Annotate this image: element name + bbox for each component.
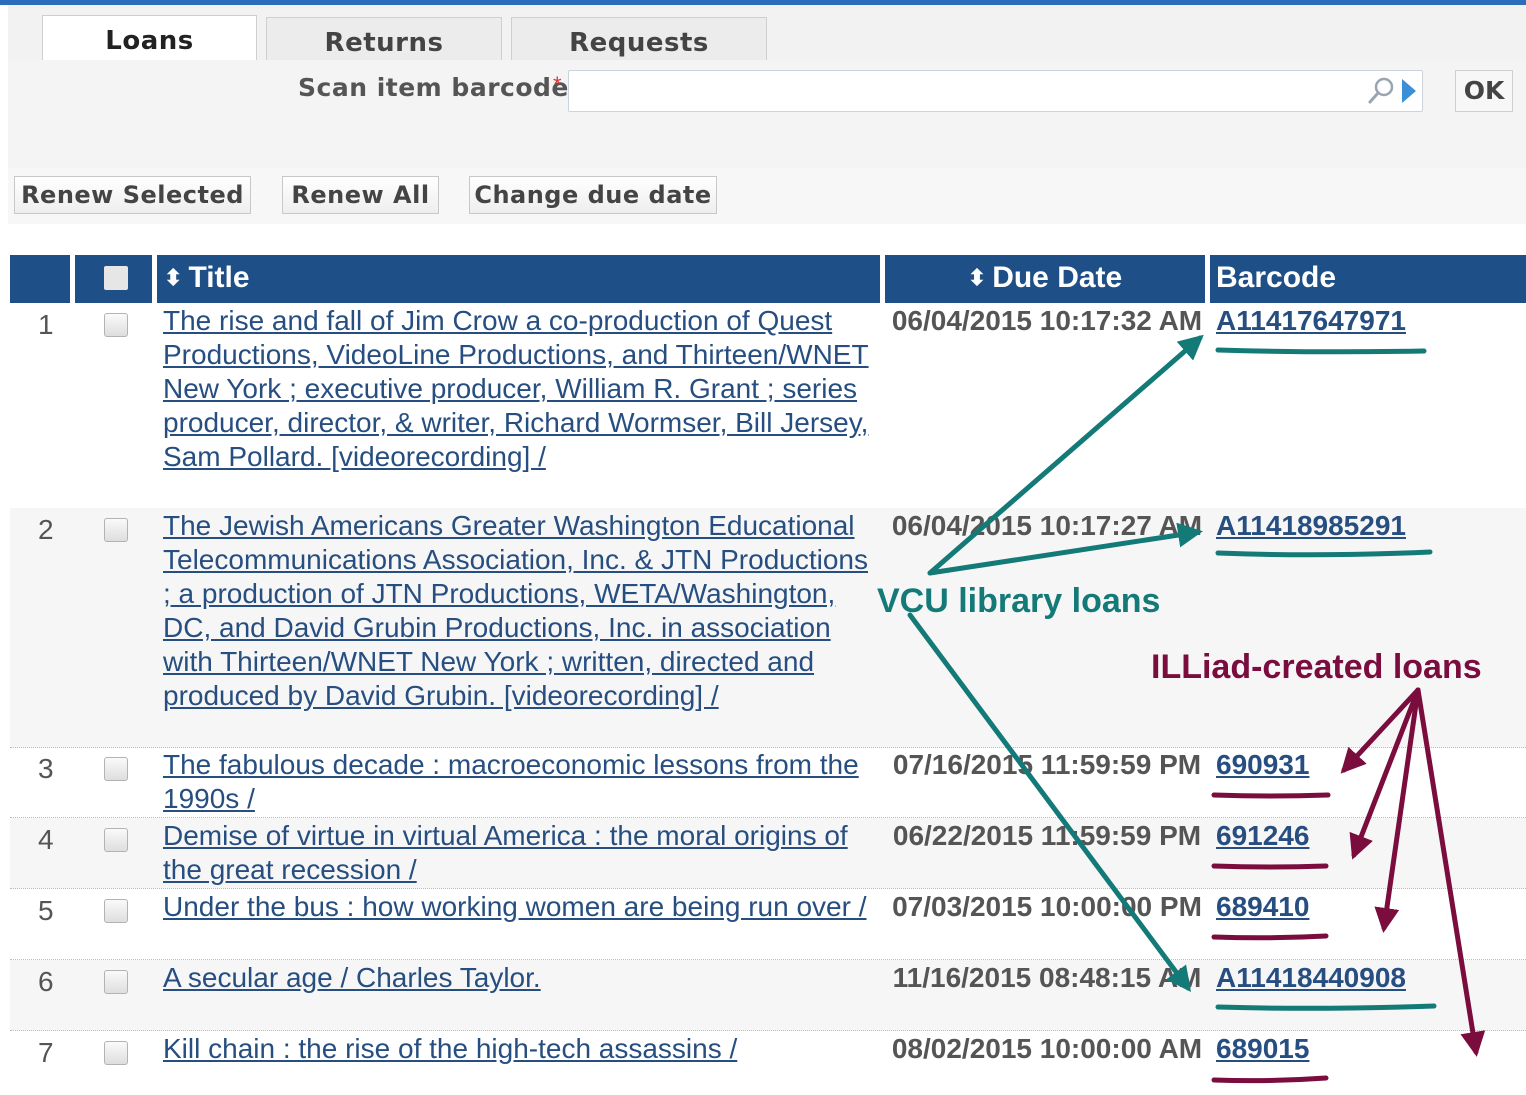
due-date: 06/04/2015 10:17:32 AM — [891, 305, 1203, 336]
header-due-date[interactable]: ⬍ Due Date — [885, 255, 1205, 303]
row-number: 2 — [38, 514, 54, 545]
sort-icon: ⬍ — [164, 265, 183, 290]
scan-search-icons — [1364, 75, 1420, 107]
due-date: 06/22/2015 11:59:59 PM — [892, 820, 1202, 851]
table-header: ⬍ Title ⬍ Due Date Barcode — [10, 255, 1526, 303]
table-row: 1 The rise and fall of Jim Crow a co-pro… — [10, 303, 1526, 509]
renew-selected-button[interactable]: Renew Selected — [14, 176, 251, 214]
barcode-link[interactable]: 690931 — [1216, 748, 1309, 782]
scan-barcode-input[interactable] — [568, 70, 1423, 112]
table-row: 4 Demise of virtue in virtual America : … — [10, 818, 1526, 889]
due-date: 07/03/2015 10:00:00 PM — [892, 891, 1202, 922]
title-link[interactable]: The rise and fall of Jim Crow a co-produ… — [163, 304, 873, 474]
barcode-link[interactable]: 691246 — [1216, 819, 1309, 853]
row-checkbox[interactable] — [104, 970, 128, 994]
due-date: 08/02/2015 10:00:00 AM — [891, 1033, 1203, 1064]
header-row-number — [10, 255, 70, 303]
scan-barcode-label: Scan item barcode — [298, 73, 569, 102]
due-date: 11/16/2015 08:48:15 AM — [892, 962, 1202, 993]
row-checkbox[interactable] — [104, 313, 128, 337]
row-checkbox[interactable] — [104, 757, 128, 781]
barcode-link[interactable]: A11417647971 — [1216, 304, 1406, 338]
barcode-link[interactable]: A11418440908 — [1216, 961, 1406, 995]
action-toolbar: Renew Selected Renew All Change due date — [8, 168, 1526, 224]
row-number: 4 — [38, 824, 54, 855]
table-row: 6 A secular age / Charles Taylor. 11/16/… — [10, 960, 1526, 1031]
barcode-link[interactable]: 689410 — [1216, 890, 1309, 924]
due-date: 07/16/2015 11:59:59 PM — [892, 749, 1202, 780]
select-all-checkbox[interactable] — [104, 266, 128, 290]
loans-table: ⬍ Title ⬍ Due Date Barcode 1 The rise and … — [10, 255, 1526, 1068]
barcode-link[interactable]: A11418985291 — [1216, 509, 1406, 543]
change-due-date-button[interactable]: Change due date — [469, 176, 717, 214]
row-number: 1 — [38, 309, 54, 340]
row-number: 6 — [38, 966, 54, 997]
row-number: 7 — [38, 1037, 54, 1068]
header-barcode: Barcode — [1210, 255, 1526, 303]
title-link[interactable]: The Jewish Americans Greater Washington … — [163, 509, 873, 713]
title-link[interactable]: Kill chain : the rise of the high-tech a… — [163, 1032, 873, 1066]
ok-button[interactable]: OK — [1455, 70, 1513, 112]
tab-returns[interactable]: Returns — [266, 17, 502, 64]
header-title[interactable]: ⬍ Title — [157, 255, 880, 303]
required-marker: * — [553, 72, 562, 97]
row-checkbox[interactable] — [104, 518, 128, 542]
table-row: 2 The Jewish Americans Greater Washingto… — [10, 508, 1526, 748]
go-arrow-icon[interactable] — [1402, 79, 1416, 103]
tab-requests[interactable]: Requests — [511, 17, 767, 64]
table-row: 7 Kill chain : the rise of the high-tech… — [10, 1031, 1526, 1095]
row-number: 3 — [38, 753, 54, 784]
scan-bar: Scan item barcode * OK — [8, 60, 1526, 169]
header-due-date-label: Due Date — [992, 261, 1123, 294]
header-title-label: Title — [188, 261, 250, 294]
title-link[interactable]: The fabulous decade : macroeconomic less… — [163, 748, 873, 816]
search-icon[interactable] — [1368, 77, 1394, 104]
row-number: 5 — [38, 895, 54, 926]
row-checkbox[interactable] — [104, 899, 128, 923]
title-link[interactable]: A secular age / Charles Taylor. — [163, 961, 873, 995]
tab-bar: Loans Returns Requests — [8, 5, 1526, 64]
due-date: 06/04/2015 10:17:27 AM — [891, 510, 1203, 541]
row-checkbox[interactable] — [104, 1041, 128, 1065]
header-select-all — [75, 255, 152, 303]
title-link[interactable]: Under the bus : how working women are be… — [163, 890, 873, 924]
barcode-link[interactable]: 689015 — [1216, 1032, 1309, 1066]
tab-loans[interactable]: Loans — [42, 15, 257, 64]
table-row: 3 The fabulous decade : macroeconomic le… — [10, 747, 1526, 818]
header-barcode-label: Barcode — [1216, 261, 1337, 294]
title-link[interactable]: Demise of virtue in virtual America : th… — [163, 819, 873, 887]
row-checkbox[interactable] — [104, 828, 128, 852]
sort-icon: ⬍ — [967, 265, 987, 290]
renew-all-button[interactable]: Renew All — [282, 176, 439, 214]
table-row: 5 Under the bus : how working women are … — [10, 889, 1526, 960]
